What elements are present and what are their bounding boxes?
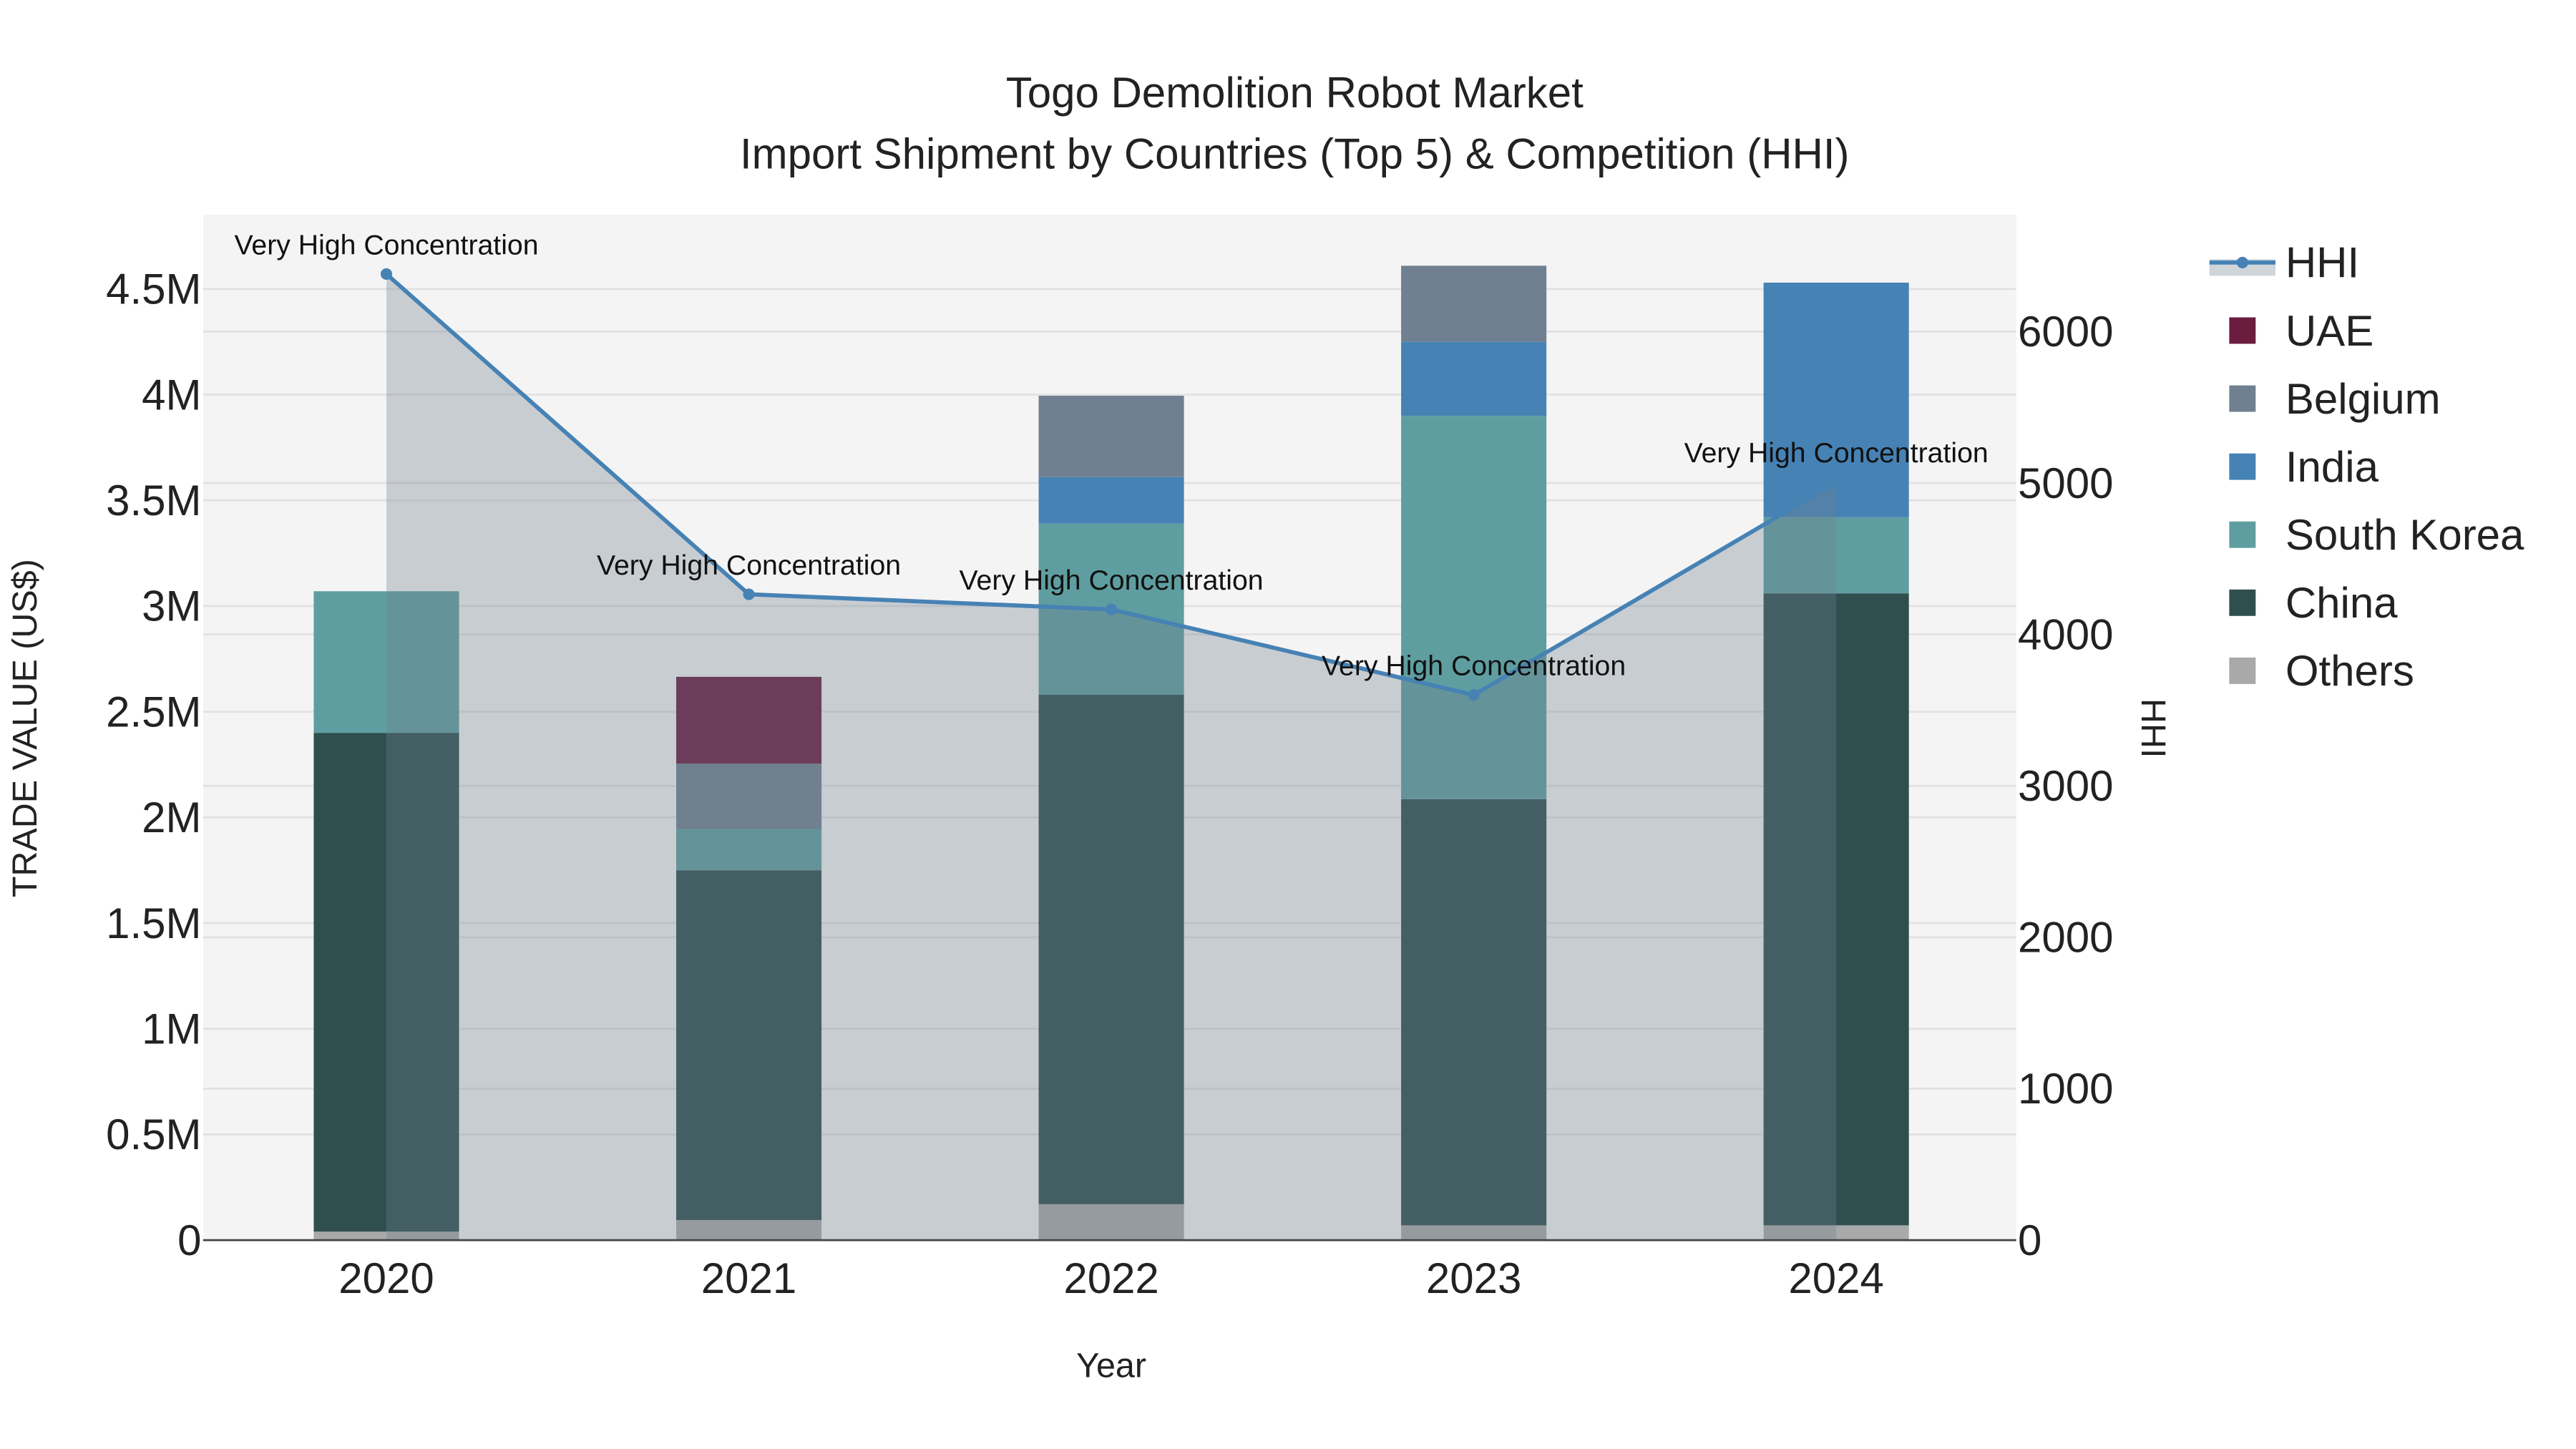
chart: Togo Demolition Robot Market Import Ship… (0, 0, 2576, 1449)
y2-tick-label: 5000 (2018, 459, 2113, 507)
y-tick-label: 2.5M (106, 688, 201, 736)
legend-label: HHI (2285, 239, 2359, 287)
y-tick-label: 4M (142, 371, 201, 419)
legend-swatch (2229, 317, 2256, 344)
y-tick-label: 0.5M (106, 1111, 201, 1158)
x-axis-label: Year (1076, 1347, 1146, 1385)
legend-label: Others (2285, 647, 2414, 695)
y-tick-label: 3.5M (106, 477, 201, 525)
y2-tick-label: 6000 (2018, 308, 2113, 356)
bar-india-2022 (1038, 477, 1184, 524)
x-tick-label: 2021 (701, 1254, 796, 1302)
bar-belgium-2022 (1038, 396, 1184, 477)
y2-tick-label: 1000 (2018, 1065, 2113, 1113)
y-tick-label: 2M (142, 794, 201, 841)
x-tick-label: 2022 (1063, 1254, 1158, 1302)
chart-title: Togo Demolition Robot Market (1006, 69, 1584, 117)
legend-swatch (2229, 657, 2256, 684)
y-tick-label: 1.5M (106, 899, 201, 947)
x-tick-label: 2024 (1788, 1254, 1883, 1302)
x-tick-label: 2023 (1426, 1254, 1521, 1302)
y2-tick-label: 2000 (2018, 914, 2113, 962)
legend-swatch (2229, 453, 2256, 480)
hhi-point-2023 (1468, 689, 1480, 701)
legend-label: China (2285, 579, 2398, 627)
legend-label: India (2285, 443, 2379, 491)
hhi-annotation: Very High Concentration (597, 550, 901, 581)
hhi-point-2021 (743, 588, 755, 600)
hhi-annotation: Very High Concentration (960, 565, 1264, 596)
y-tick-label: 1M (142, 1005, 201, 1053)
legend-label: UAE (2285, 307, 2373, 355)
y2-axis-label: HHI (2134, 698, 2172, 758)
y-tick-label: 0 (177, 1216, 201, 1264)
y2-tick-label: 0 (2018, 1216, 2041, 1264)
x-tick-label: 2020 (338, 1254, 434, 1302)
y-tick-label: 4.5M (106, 265, 201, 313)
hhi-point-2024 (1830, 476, 1843, 489)
hhi-annotation: Very High Concentration (1322, 650, 1626, 682)
y-tick-label: 3M (142, 582, 201, 630)
legend-label: South Korea (2285, 511, 2524, 559)
bar-india-2023 (1401, 341, 1547, 416)
legend-swatch (2229, 385, 2256, 412)
legend-swatch (2229, 521, 2256, 548)
legend-marker (2236, 256, 2248, 268)
hhi-annotation: Very High Concentration (1684, 437, 1989, 469)
legend-label: Belgium (2285, 375, 2441, 423)
hhi-annotation: Very High Concentration (234, 229, 538, 260)
y-axis-label: TRADE VALUE (US$) (6, 559, 44, 897)
bar-belgium-2023 (1401, 265, 1547, 342)
hhi-point-2022 (1106, 603, 1118, 615)
chart-subtitle: Import Shipment by Countries (Top 5) & C… (740, 130, 1850, 177)
legend-swatch (2229, 589, 2256, 616)
y2-tick-label: 3000 (2018, 762, 2113, 810)
y2-tick-label: 4000 (2018, 610, 2113, 658)
hhi-point-2020 (380, 268, 393, 280)
